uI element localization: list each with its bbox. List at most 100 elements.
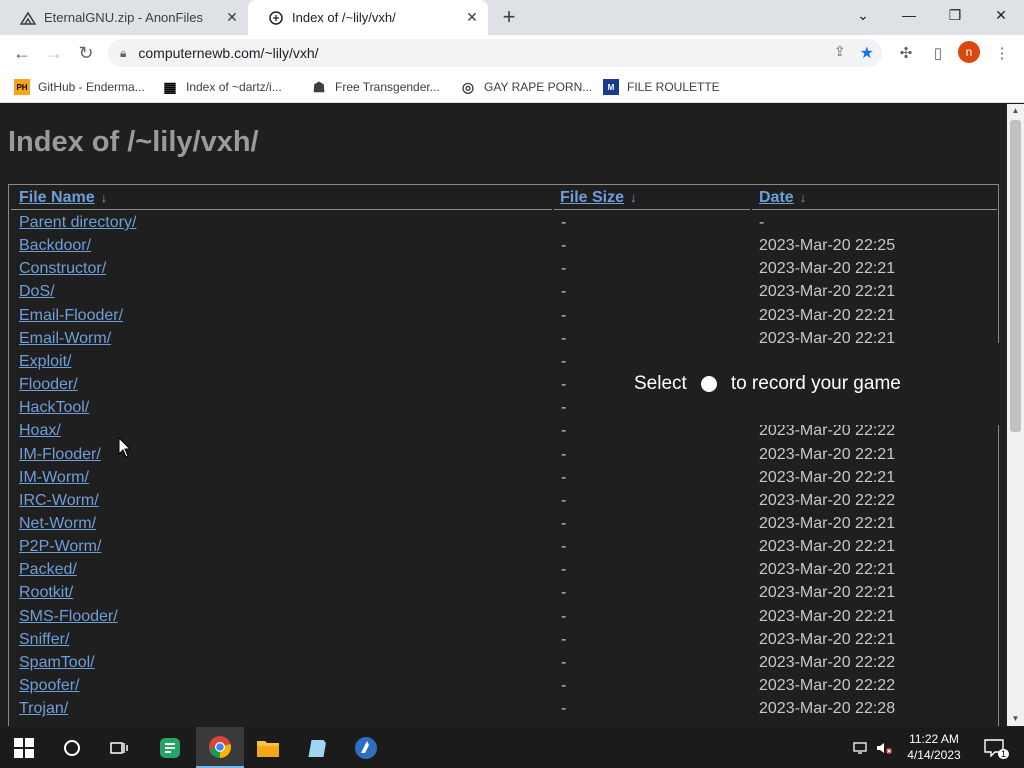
taskbar-clock[interactable]: 11:22 AM 4/14/2023 xyxy=(902,731,966,763)
file-size: - xyxy=(561,352,567,370)
file-link[interactable]: SpamTool/ xyxy=(19,654,95,672)
table-row: IM-Flooder/ - 2023-Mar-20 22:21 xyxy=(9,446,998,469)
sort-arrow-icon[interactable]: ↓ xyxy=(630,190,637,205)
browser-toolbar: ← → ↻ 🔒︎ computernewb.com/~lily/vxh/ ⇪ ★… xyxy=(0,35,1024,71)
tab-search-icon[interactable]: ⌄ xyxy=(840,0,886,30)
sheets-app-icon[interactable] xyxy=(146,727,194,768)
minimize-button[interactable]: — xyxy=(886,0,932,30)
table-row: SMS-Flooder/ - 2023-Mar-20 22:21 xyxy=(9,608,998,631)
file-link[interactable]: Sniffer/ xyxy=(19,631,69,649)
notification-count-badge: 1 xyxy=(998,749,1010,759)
mouse-cursor-icon xyxy=(118,437,132,458)
close-tab-icon[interactable]: ✕ xyxy=(224,9,240,26)
overlay-text-after: to record your game xyxy=(730,373,901,394)
file-link[interactable]: Backdoor/ xyxy=(19,237,91,255)
file-link[interactable]: IM-Worm/ xyxy=(19,469,89,487)
sort-arrow-icon[interactable]: ↓ xyxy=(800,190,807,205)
page-scrollbar[interactable]: ▲ ▼ xyxy=(1007,104,1024,726)
bookmark-star-icon[interactable]: ★ xyxy=(860,43,874,63)
start-button[interactable] xyxy=(0,727,48,768)
file-size: - xyxy=(561,214,567,231)
forward-icon[interactable]: → xyxy=(41,40,67,66)
chrome-app-icon[interactable] xyxy=(196,727,244,768)
address-bar[interactable]: 🔒︎ computernewb.com/~lily/vxh/ ⇪ ★ xyxy=(108,39,882,67)
search-taskbar-icon[interactable] xyxy=(48,727,96,768)
column-header-date[interactable]: Date ↓ xyxy=(759,189,806,207)
volume-muted-icon[interactable] xyxy=(876,727,894,768)
table-row: IM-Worm/ - 2023-Mar-20 22:21 xyxy=(9,469,998,492)
reload-icon[interactable]: ↻ xyxy=(73,40,99,66)
restore-button[interactable]: ❐ xyxy=(932,0,978,30)
bookmark-gay[interactable]: ◎ GAY RAPE PORN... xyxy=(460,77,592,97)
record-dot-icon[interactable] xyxy=(700,376,717,392)
file-size: - xyxy=(561,445,567,463)
file-date: 2023-Mar-20 22:21 xyxy=(759,630,896,648)
task-view-icon[interactable] xyxy=(96,727,144,768)
column-header-file-name[interactable]: File Name ↓ xyxy=(19,189,107,207)
notepad-app-icon[interactable] xyxy=(292,727,340,768)
bookmark-free-transgender[interactable]: ☗ Free Transgender... xyxy=(311,77,440,97)
notifications-icon[interactable]: 1 xyxy=(982,727,1010,768)
clock-date: 4/14/2023 xyxy=(907,748,961,762)
scrollbar-thumb[interactable] xyxy=(1010,120,1021,432)
file-size: - xyxy=(561,283,567,301)
lock-icon[interactable]: 🔒︎ xyxy=(120,46,126,61)
file-link[interactable]: Net-Worm/ xyxy=(19,515,96,533)
globe-icon: ◎ xyxy=(461,78,475,95)
bookmark-github[interactable]: PH GitHub - Enderma... xyxy=(14,77,145,97)
file-link[interactable]: Spoofer/ xyxy=(19,677,79,695)
header-divider xyxy=(554,209,750,210)
close-window-button[interactable]: ✕ xyxy=(978,0,1024,30)
file-link[interactable]: Packed/ xyxy=(19,561,77,579)
file-date: 2023-Mar-20 22:21 xyxy=(759,306,896,324)
mft-icon: M xyxy=(603,79,619,95)
file-link[interactable]: HackTool/ xyxy=(19,399,89,417)
sort-arrow-icon[interactable]: ↓ xyxy=(101,190,108,205)
file-link[interactable]: SMS-Flooder/ xyxy=(19,608,118,626)
share-icon[interactable]: ⇪ xyxy=(834,43,846,63)
windows-taskbar: 11:22 AM 4/14/2023 1 xyxy=(0,727,1024,768)
windows-logo-icon xyxy=(14,737,34,758)
file-link[interactable]: Trojan/ xyxy=(19,700,68,718)
bookmark-file-roulette[interactable]: M FILE ROULETTE xyxy=(603,77,720,97)
scroll-down-arrow-icon[interactable]: ▼ xyxy=(1007,712,1024,726)
page-content: Index of /~lily/vxh/ File Name ↓ File Siz… xyxy=(0,104,1007,726)
file-explorer-icon[interactable] xyxy=(244,727,292,768)
close-tab-icon[interactable]: ✕ xyxy=(464,9,480,26)
side-panel-icon[interactable]: ▯ xyxy=(926,41,950,65)
file-size: - xyxy=(561,561,567,579)
tab-index-vxh[interactable]: Index of /~lily/vxh/ ✕ xyxy=(248,0,488,35)
file-link[interactable]: Exploit/ xyxy=(19,353,71,371)
network-icon[interactable] xyxy=(852,727,870,768)
bookmark-index-dartz[interactable]: ▦ Index of ~dartz/i... xyxy=(162,77,282,97)
tab-anonfiles[interactable]: EternalGNU.zip - AnonFiles ✕ xyxy=(0,0,248,35)
table-row: DoS/ - 2023-Mar-20 22:21 xyxy=(9,283,998,306)
file-date: 2023-Mar-20 22:28 xyxy=(759,700,896,718)
new-tab-button[interactable]: + xyxy=(498,6,520,28)
menu-icon[interactable]: ⋮ xyxy=(990,41,1014,65)
table-row: SpamTool/ - 2023-Mar-20 22:22 xyxy=(9,654,998,677)
file-link[interactable]: DoS/ xyxy=(19,283,55,301)
profile-avatar[interactable]: n xyxy=(958,41,980,63)
table-row: Hoax/ - 2023-Mar-20 22:22 xyxy=(9,422,998,445)
game-recorder-app-icon[interactable] xyxy=(342,727,390,768)
anonfiles-icon xyxy=(20,10,36,26)
file-link[interactable]: IM-Flooder/ xyxy=(19,446,101,464)
file-size: - xyxy=(561,399,567,417)
file-link[interactable]: Email-Flooder/ xyxy=(19,307,123,325)
file-link[interactable]: Email-Worm/ xyxy=(19,330,111,348)
file-link[interactable]: Hoax/ xyxy=(19,422,61,440)
file-link[interactable]: P2P-Worm/ xyxy=(19,538,101,556)
extensions-icon[interactable]: ✣ xyxy=(894,41,918,65)
bookmark-label: Index of ~dartz/i... xyxy=(186,80,282,94)
file-link[interactable]: Constructor/ xyxy=(19,260,106,278)
file-size: - xyxy=(561,700,567,718)
file-date: 2023-Mar-20 22:21 xyxy=(759,607,896,625)
back-icon[interactable]: ← xyxy=(9,40,35,66)
scroll-up-arrow-icon[interactable]: ▲ xyxy=(1007,104,1024,118)
file-link[interactable]: Rootkit/ xyxy=(19,584,73,602)
file-link[interactable]: Parent directory/ xyxy=(19,214,136,232)
file-link[interactable]: Flooder/ xyxy=(19,376,78,394)
column-header-file-size[interactable]: File Size ↓ xyxy=(560,189,637,207)
file-link[interactable]: IRC-Worm/ xyxy=(19,492,99,510)
